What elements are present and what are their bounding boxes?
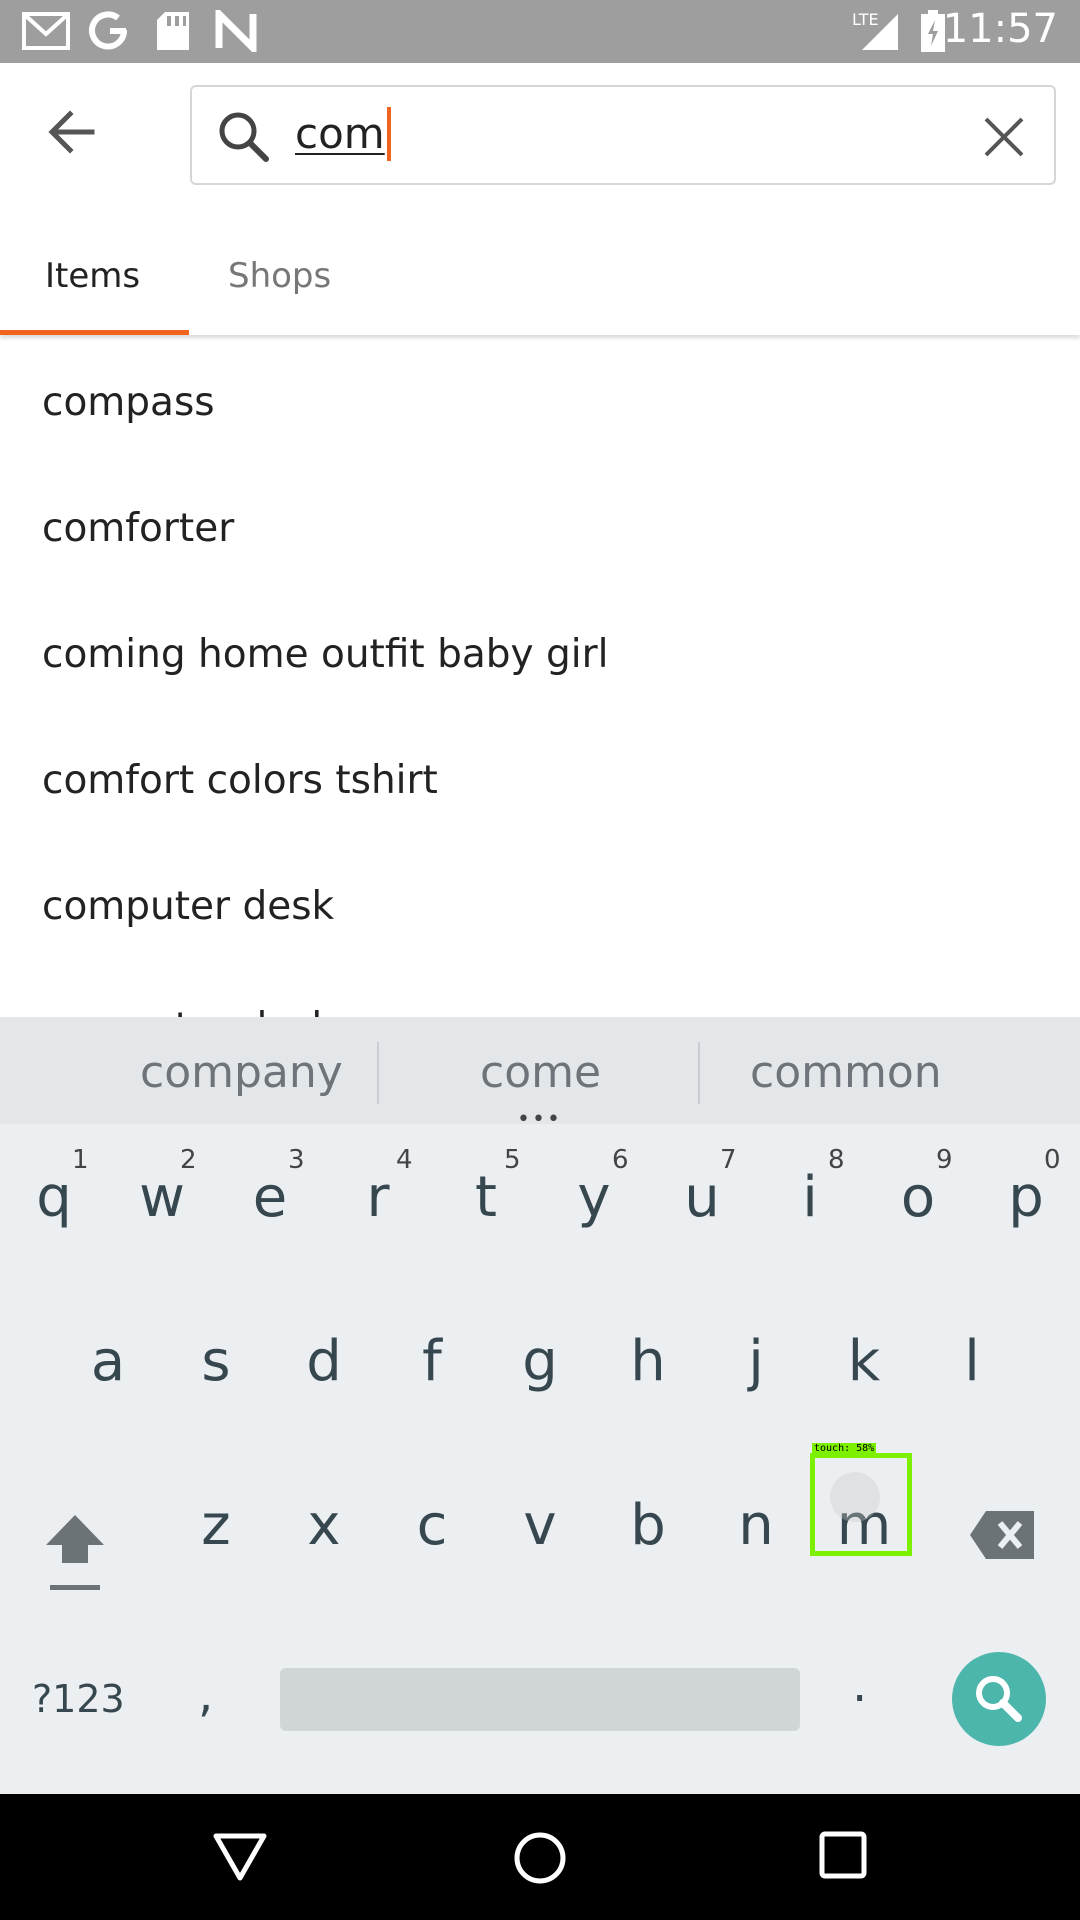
tab-selected-indicator bbox=[0, 330, 189, 335]
recents-square-icon[interactable] bbox=[818, 1830, 868, 1880]
list-item[interactable]: comforter bbox=[42, 506, 234, 551]
key-hint-number: 0 bbox=[1044, 1145, 1061, 1175]
symbols-key[interactable]: ?123 bbox=[32, 1677, 125, 1721]
clock: 11:57 bbox=[942, 6, 1058, 52]
key-hint-number: 6 bbox=[612, 1145, 629, 1175]
key-b[interactable]: b bbox=[608, 1493, 688, 1558]
close-icon[interactable] bbox=[980, 113, 1028, 161]
key-hint-number: 4 bbox=[396, 1145, 413, 1175]
key-hint-number: 1 bbox=[72, 1145, 89, 1175]
shift-key-icon[interactable] bbox=[40, 1507, 110, 1607]
keyboard-suggestion-strip: company come common ••• bbox=[0, 1017, 1080, 1132]
status-bar: LTE 11:57 bbox=[0, 0, 1080, 63]
key-hint-number: 5 bbox=[504, 1145, 521, 1175]
home-circle-icon[interactable] bbox=[512, 1830, 568, 1886]
search-header: com bbox=[0, 63, 1080, 201]
comma-key[interactable]: , bbox=[198, 1667, 213, 1723]
key-f[interactable]: f bbox=[392, 1329, 472, 1394]
list-item[interactable]: comfort colors tshirt bbox=[42, 758, 438, 803]
keyboard-search-button[interactable] bbox=[952, 1652, 1046, 1746]
touch-indicator-label: touch: 58% bbox=[812, 1443, 877, 1454]
key-g[interactable]: g bbox=[500, 1329, 580, 1394]
divider bbox=[698, 1042, 700, 1104]
text-cursor bbox=[386, 106, 391, 161]
key-l[interactable]: l bbox=[932, 1329, 1012, 1394]
search-input[interactable]: com bbox=[190, 85, 1056, 185]
key-hint-number: 8 bbox=[828, 1145, 845, 1175]
search-icon bbox=[976, 1676, 1022, 1722]
list-item[interactable]: compass bbox=[42, 380, 215, 425]
key-c[interactable]: c bbox=[392, 1493, 472, 1558]
key-hint-number: 7 bbox=[720, 1145, 737, 1175]
space-bar[interactable] bbox=[280, 1668, 800, 1731]
navigation-bar bbox=[0, 1794, 1080, 1920]
list-item[interactable]: coming home outfit baby girl bbox=[42, 632, 608, 677]
key-hint-number: 2 bbox=[180, 1145, 197, 1175]
key-x[interactable]: x bbox=[284, 1493, 364, 1558]
key-a[interactable]: a bbox=[68, 1329, 148, 1394]
key-s[interactable]: s bbox=[176, 1329, 256, 1394]
keyboard-suggestion[interactable]: company bbox=[140, 1047, 343, 1098]
search-tabs: Items Shops bbox=[0, 201, 1080, 335]
key-j[interactable]: j bbox=[716, 1329, 796, 1394]
back-triangle-icon[interactable] bbox=[212, 1830, 268, 1884]
more-suggestions-icon[interactable]: ••• bbox=[517, 1107, 562, 1132]
tab-shops[interactable]: Shops bbox=[228, 256, 331, 296]
keyboard-suggestion[interactable]: common bbox=[750, 1047, 942, 1098]
divider bbox=[377, 1042, 379, 1104]
key-hint-number: 9 bbox=[936, 1145, 953, 1175]
backspace-icon[interactable] bbox=[968, 1509, 1038, 1561]
key-v[interactable]: v bbox=[500, 1493, 580, 1558]
touch-indicator-box bbox=[810, 1453, 912, 1556]
key-d[interactable]: d bbox=[284, 1329, 364, 1394]
key-hint-number: 3 bbox=[288, 1145, 305, 1175]
list-item[interactable]: computer desk bbox=[42, 1005, 334, 1017]
search-query-text[interactable]: com bbox=[295, 106, 391, 164]
search-icon bbox=[219, 112, 269, 162]
key-z[interactable]: z bbox=[176, 1493, 256, 1558]
gmail-icon bbox=[22, 12, 70, 50]
key-h[interactable]: h bbox=[608, 1329, 688, 1394]
suggestion-list: compass comforter coming home outfit bab… bbox=[0, 335, 1080, 1017]
google-icon bbox=[89, 11, 128, 50]
signal-icon bbox=[862, 14, 898, 50]
list-item[interactable]: computer desk bbox=[42, 884, 334, 929]
period-key[interactable]: . bbox=[852, 1657, 867, 1713]
key-k[interactable]: k bbox=[824, 1329, 904, 1394]
back-arrow-icon[interactable] bbox=[40, 108, 110, 156]
tab-items[interactable]: Items bbox=[45, 256, 140, 296]
n-icon bbox=[215, 10, 257, 52]
key-n[interactable]: n bbox=[716, 1493, 796, 1558]
soft-keyboard: company come common ••• q1w2e3r4t5y6u7i8… bbox=[0, 1017, 1080, 1794]
sd-card-icon bbox=[157, 12, 189, 50]
keyboard-suggestion[interactable]: come bbox=[480, 1047, 601, 1098]
